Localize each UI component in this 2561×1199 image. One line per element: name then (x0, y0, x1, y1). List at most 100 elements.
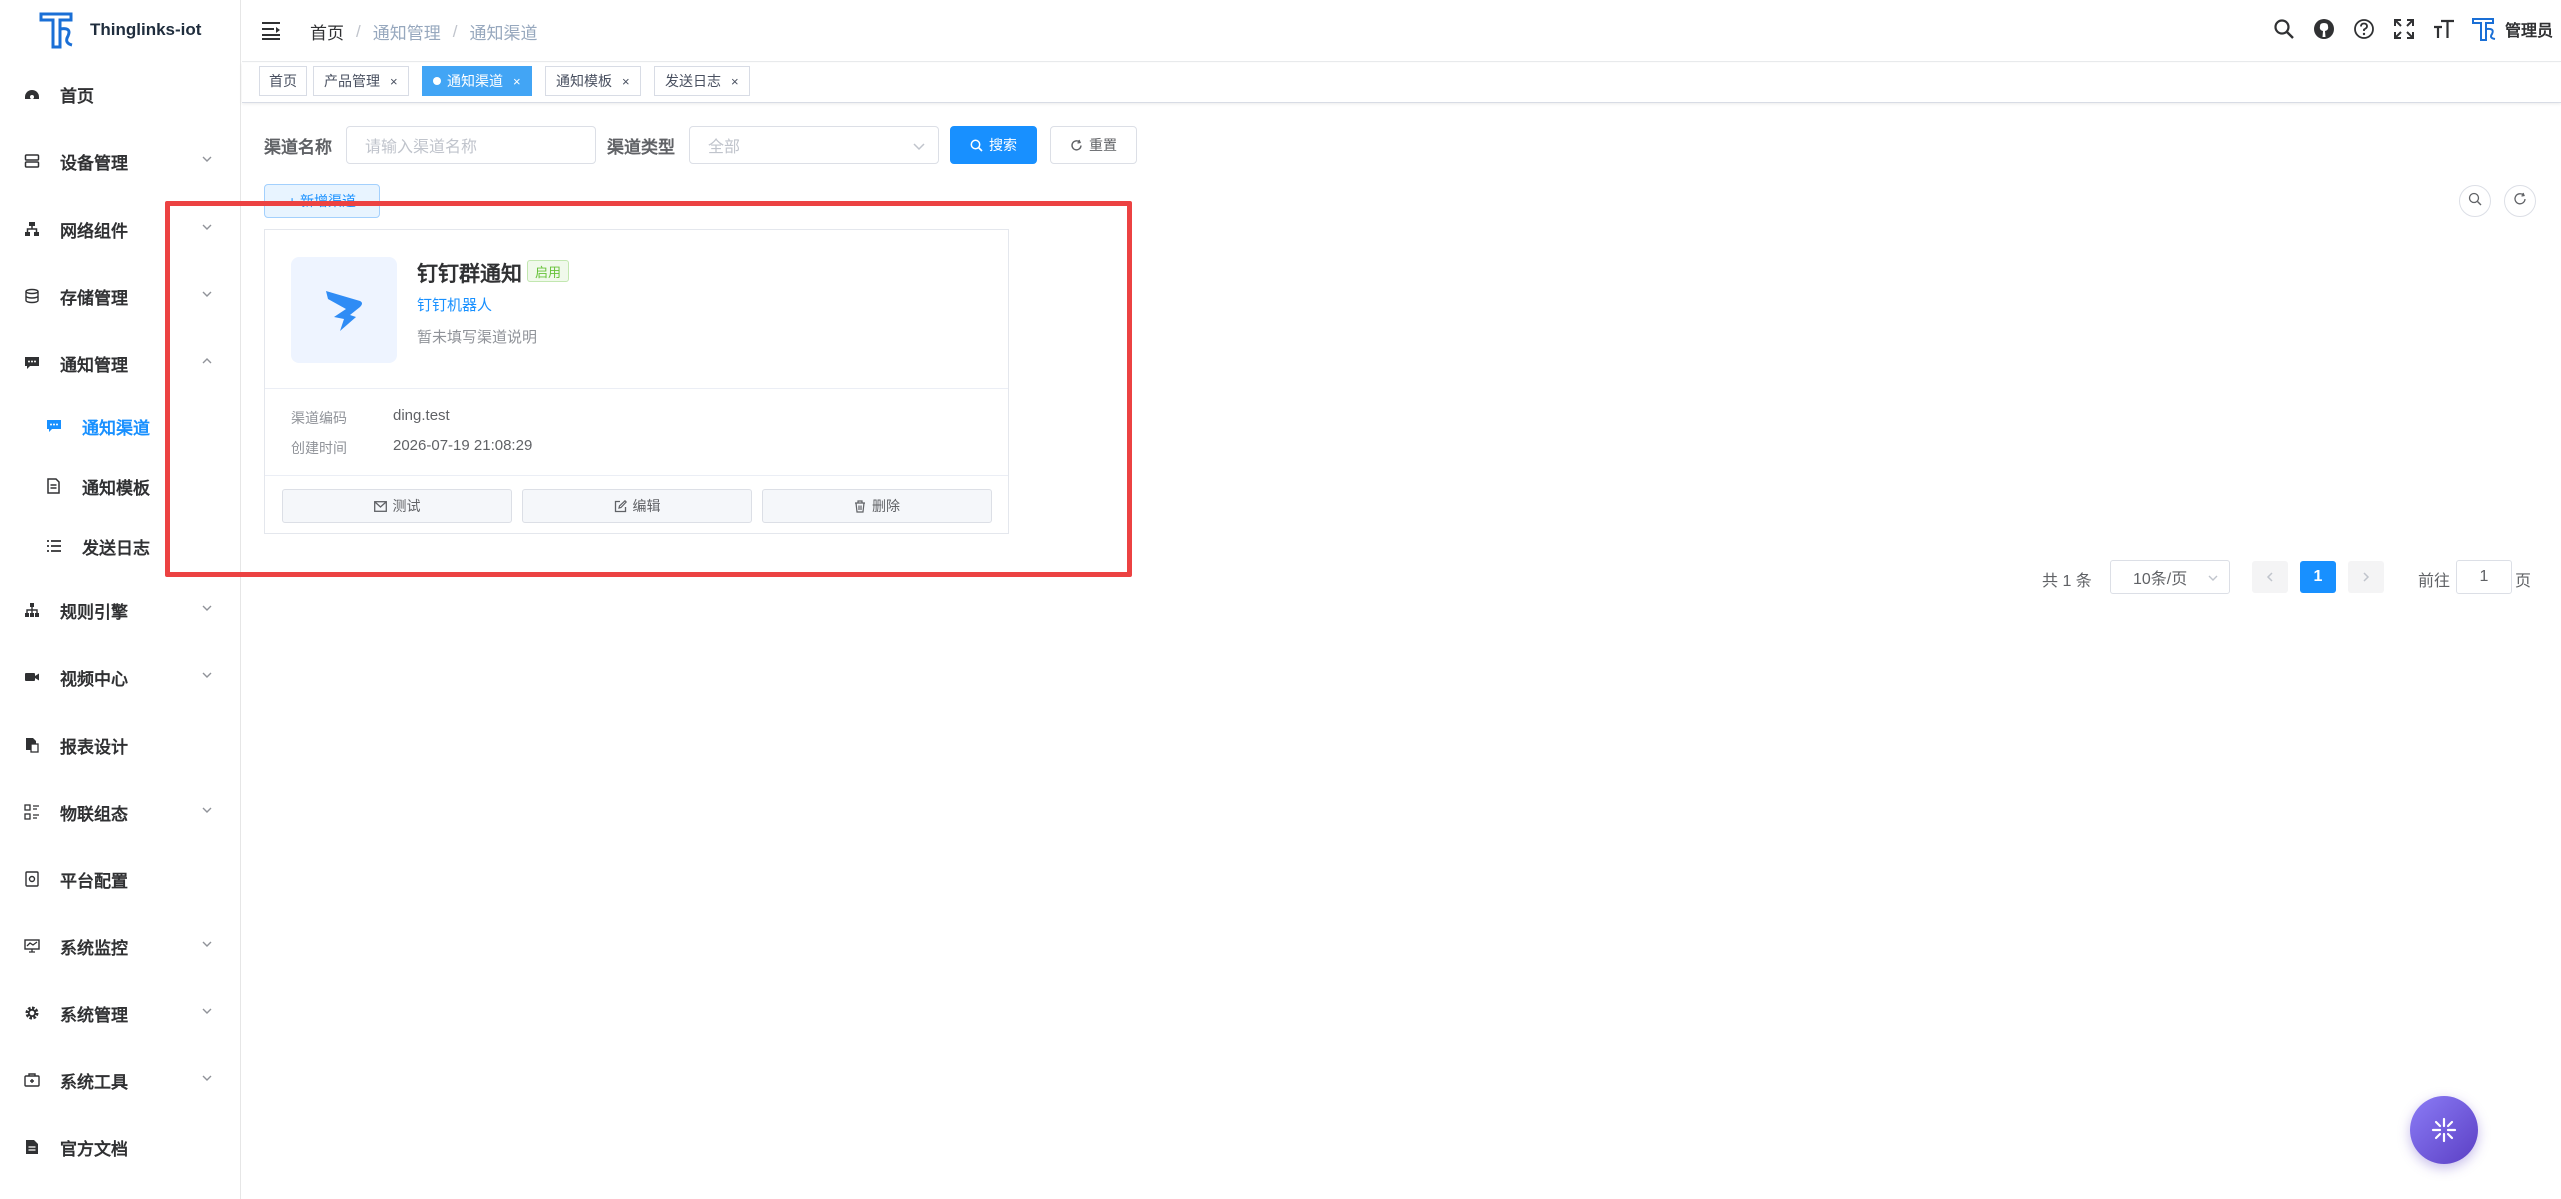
avatar[interactable] (2471, 16, 2497, 42)
tab-product[interactable]: 产品管理 × (313, 66, 409, 96)
video-icon (24, 669, 40, 685)
close-icon[interactable]: × (390, 74, 398, 89)
sidebar-item-label: 通知模板 (82, 478, 150, 498)
sidebar: Thinglinks-iot 首页 设备管理 网络组件 存储管理 通知管理 通知… (0, 0, 241, 1199)
channel-description: 暂未填写渠道说明 (417, 329, 538, 346)
goto-page-input[interactable]: 1 (2456, 560, 2512, 594)
tab-channel[interactable]: 通知渠道 × (422, 66, 532, 96)
chat-icon (46, 418, 62, 434)
sidebar-item-monitor[interactable]: 系统监控 (0, 924, 241, 968)
refresh-button[interactable] (2504, 185, 2536, 217)
channel-card: 钉钉群通知 启用 钉钉机器人 暂未填写渠道说明 渠道编码 ding.test 创… (264, 229, 1009, 534)
sidebar-item-platform[interactable]: 平台配置 (0, 857, 241, 901)
assistant-fab-button[interactable] (2410, 1096, 2478, 1164)
message-icon (24, 355, 40, 371)
sidebar-item-log[interactable]: 发送日志 (0, 524, 241, 568)
search-icon[interactable] (2271, 16, 2297, 42)
sidebar-item-video[interactable]: 视频中心 (0, 655, 241, 699)
sidebar-item-label: 报表设计 (60, 737, 128, 757)
sidebar-item-device[interactable]: 设备管理 (0, 139, 241, 183)
help-icon[interactable] (2351, 16, 2377, 42)
sidebar-item-system[interactable]: 系统管理 (0, 991, 241, 1035)
database-icon (24, 288, 40, 304)
search-button-label: 搜索 (989, 137, 1017, 153)
sidebar-item-label: 存储管理 (60, 288, 128, 308)
reset-button[interactable]: 重置 (1050, 126, 1137, 164)
breadcrumb-notify[interactable]: 通知管理 (373, 19, 441, 44)
chevron-down-icon (202, 291, 212, 297)
sidebar-item-template[interactable]: 通知模板 (0, 464, 241, 508)
toggle-search-button[interactable] (2459, 185, 2491, 217)
refresh-icon (1070, 139, 1083, 152)
chevron-right-icon (2363, 572, 2370, 582)
logo-icon (38, 9, 76, 51)
sidebar-item-channel[interactable]: 通知渠道 (0, 404, 241, 448)
sidebar-item-notify[interactable]: 通知管理 (0, 341, 241, 385)
tab-label: 首页 (269, 73, 297, 89)
tab-log[interactable]: 发送日志 × (654, 66, 750, 96)
sidebar-item-label: 规则引擎 (60, 602, 128, 622)
sidebar-item-label: 视频中心 (60, 669, 128, 689)
chevron-down-icon (202, 672, 212, 678)
header-actions: 管理员 (2257, 16, 2553, 42)
hamburger-icon[interactable] (260, 19, 282, 41)
status-badge: 启用 (527, 260, 570, 282)
breadcrumb-home[interactable]: 首页 (310, 19, 344, 44)
mail-icon (373, 500, 387, 512)
font-size-icon[interactable] (2431, 16, 2457, 42)
fullscreen-icon[interactable] (2391, 16, 2417, 42)
list-icon (46, 538, 62, 554)
close-icon[interactable]: × (622, 74, 630, 89)
close-icon[interactable]: × (731, 74, 739, 89)
page-button-1[interactable]: 1 (2300, 561, 2336, 593)
tab-home[interactable]: 首页 (259, 66, 307, 96)
chevron-down-icon (202, 1075, 212, 1081)
delete-button[interactable]: 删除 (762, 489, 992, 523)
tree-icon (24, 602, 40, 618)
sidebar-item-report[interactable]: 报表设计 (0, 723, 241, 767)
breadcrumb: 首页 / 通知管理 / 通知渠道 (310, 19, 537, 44)
card-divider (265, 475, 1008, 476)
page-size-select[interactable]: 10条/页 (2110, 560, 2230, 594)
tab-label: 产品管理 (324, 73, 380, 89)
channel-code-label: 渠道编码 (291, 410, 347, 426)
channel-title: 钉钉群通知 (417, 263, 522, 286)
channel-name-input[interactable]: 请输入渠道名称 (346, 126, 596, 164)
page-size-value: 10条/页 (2133, 571, 2188, 588)
tab-template[interactable]: 通知模板 × (545, 66, 641, 96)
sidebar-item-storage[interactable]: 存储管理 (0, 274, 241, 318)
add-channel-button[interactable]: + 新增渠道 (264, 184, 380, 218)
close-icon[interactable]: × (513, 74, 521, 89)
test-button-label: 测试 (392, 498, 421, 514)
sidebar-item-docs[interactable]: 官方文档 (0, 1125, 241, 1169)
sidebar-item-iot-config[interactable]: 物联组态 (0, 790, 241, 834)
logo[interactable]: Thinglinks-iot (0, 0, 240, 60)
chevron-down-icon (202, 1008, 212, 1014)
sidebar-item-home[interactable]: 首页 (0, 72, 241, 116)
prev-page-button[interactable] (2252, 561, 2288, 593)
channel-type: 钉钉机器人 (417, 297, 493, 314)
sidebar-item-network[interactable]: 网络组件 (0, 207, 241, 251)
search-button[interactable]: 搜索 (950, 126, 1037, 164)
edit-button[interactable]: 编辑 (522, 489, 752, 523)
user-name[interactable]: 管理员 (2505, 17, 2553, 41)
sparkle-icon (2431, 1117, 2457, 1143)
breadcrumb-separator: / (452, 21, 458, 41)
sidebar-item-rule[interactable]: 规则引擎 (0, 588, 241, 632)
channel-type-select[interactable]: 全部 (689, 126, 939, 164)
sidebar-item-label: 系统工具 (60, 1072, 128, 1092)
gear-icon (24, 1005, 40, 1021)
pagination-total: 共 1 条 (2042, 573, 2092, 590)
test-button[interactable]: 测试 (282, 489, 512, 523)
sidebar-item-label: 设备管理 (60, 153, 128, 173)
channel-code-value: ding.test (393, 407, 450, 424)
sidebar-item-label: 发送日志 (82, 538, 150, 558)
dashboard-icon (24, 86, 40, 102)
sidebar-item-tools[interactable]: 系统工具 (0, 1058, 241, 1102)
sidebar-item-label: 通知管理 (60, 355, 128, 375)
github-icon[interactable] (2311, 16, 2337, 42)
tags-view: 首页 产品管理 × 通知渠道 × 通知模板 × 发送日志 × (242, 63, 2561, 103)
book-icon (24, 1139, 40, 1155)
tab-label: 通知渠道 (447, 73, 503, 89)
next-page-button[interactable] (2348, 561, 2384, 593)
